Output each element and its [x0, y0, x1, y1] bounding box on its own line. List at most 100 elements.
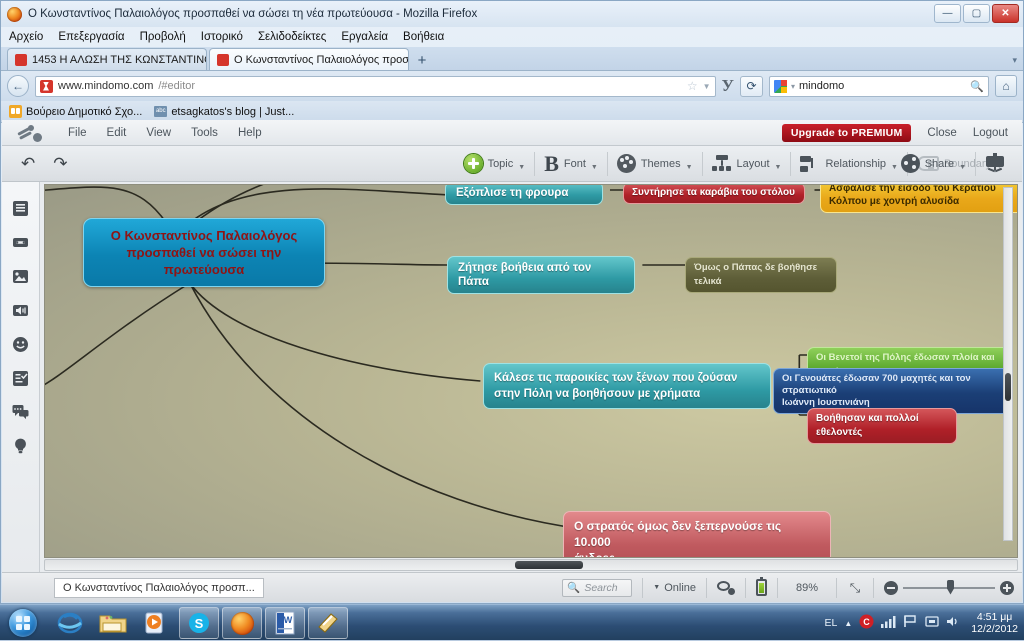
window-controls[interactable]: — ▢ ✕ [934, 4, 1019, 23]
online-chevron-down-icon[interactable]: ▼ [653, 584, 660, 591]
mindmap-node-n2a[interactable]: Όμως ο Πάπας δε βοήθησε τελικά [685, 257, 837, 293]
home-button[interactable]: ⌂ [995, 75, 1017, 97]
url-bar[interactable]: www.mindomo.com /#editor ☆ ▼ [35, 76, 716, 97]
close-map-button[interactable]: Close [927, 127, 956, 139]
search-bar[interactable]: ▾ mindomo 🔍 [769, 76, 989, 97]
mindmap-node-n2[interactable]: Ζήτησε βοήθεια από τον Πάπα [447, 256, 635, 294]
tab-list-chevron-icon[interactable]: ▾ [1012, 55, 1017, 66]
firefox-icon[interactable] [222, 607, 262, 639]
mindmap-node-n3[interactable]: Κάλεσε τις παροικίες των ξένων που ζούσα… [483, 363, 771, 409]
smiley-icon[interactable] [11, 334, 31, 354]
themes-button[interactable]: Themes ▼ [608, 147, 702, 181]
menu-item-file[interactable]: Αρχείο [9, 31, 43, 43]
document-name[interactable]: Ο Κωνσταντίνος Παλαιολόγος προσπ... [54, 578, 264, 598]
chat-icon[interactable] [717, 580, 735, 595]
show-hidden-icons-chevron-icon[interactable]: ▲ [844, 619, 852, 628]
bookmark-star-icon[interactable]: ☆ [687, 79, 698, 93]
winamp-icon[interactable] [308, 607, 348, 639]
link-icon[interactable] [11, 232, 31, 252]
audio-icon[interactable] [11, 300, 31, 320]
app-menu-help[interactable]: Help [238, 127, 262, 139]
mindmap-canvas[interactable]: Ο Κωνσταντίνος Παλαιολόγος προσπαθεί να … [44, 184, 1018, 558]
idea-bulb-icon[interactable] [11, 436, 31, 456]
new-tab-button[interactable]: + [411, 50, 433, 70]
browser-tab-2[interactable]: Ο Κωνσταντίνος Παλαιολόγος προσ... ✕ [209, 48, 409, 70]
font-button[interactable]: B Font ▼ [535, 147, 607, 181]
relationship-button[interactable]: Relationship ▼ [791, 147, 906, 181]
flag-icon[interactable] [903, 615, 918, 631]
zoom-in-button[interactable] [1000, 581, 1014, 595]
zoom-slider-knob[interactable] [947, 580, 954, 595]
vertical-scroll-thumb[interactable] [1005, 373, 1011, 401]
start-button[interactable] [0, 606, 46, 640]
minimize-button[interactable]: — [934, 4, 961, 23]
menu-item-view[interactable]: Προβολή [140, 31, 186, 43]
signal-icon[interactable] [881, 615, 896, 631]
presentation-button[interactable] [976, 147, 1014, 181]
canvas-vertical-scrollbar[interactable] [1003, 187, 1013, 541]
logout-button[interactable]: Logout [973, 127, 1008, 139]
bookmark-item-2[interactable]: abc etsagkatos's blog | Just... [154, 106, 294, 118]
search-engine-chevron-icon[interactable]: ▾ [791, 82, 795, 91]
menu-item-history[interactable]: Ιστορικό [201, 31, 243, 43]
language-indicator[interactable]: EL [825, 617, 838, 629]
notes-icon[interactable] [11, 198, 31, 218]
map-search-input[interactable]: 🔍 Search [562, 579, 632, 597]
zoom-slider[interactable] [903, 587, 995, 589]
clock[interactable]: 4:51 μμ 12/2/2012 [967, 611, 1018, 635]
upgrade-to-premium-button[interactable]: Upgrade to PREMIUM [782, 124, 912, 142]
share-button[interactable]: Share ▼ [892, 147, 975, 181]
zoom-out-button[interactable] [884, 581, 898, 595]
url-dropdown-chevron-icon[interactable]: ▼ [703, 82, 711, 91]
layout-chevron-down-icon[interactable]: ▼ [775, 164, 782, 171]
search-input[interactable]: mindomo [799, 80, 844, 92]
volume-icon[interactable] [946, 615, 960, 631]
canvas-horizontal-scrollbar[interactable] [44, 559, 1018, 571]
themes-chevron-down-icon[interactable]: ▼ [686, 164, 693, 171]
undo-button[interactable]: ↶ [12, 147, 44, 181]
share-chevron-down-icon[interactable]: ▼ [959, 164, 966, 171]
media-player-icon[interactable] [136, 607, 176, 639]
maximize-button[interactable]: ▢ [963, 4, 990, 23]
file-explorer-icon[interactable] [93, 607, 133, 639]
close-button[interactable]: ✕ [992, 4, 1019, 23]
mindmap-node-n1b[interactable]: Ασφάλισε την είσοδο του Κεράτιου Κόλπου … [820, 184, 1018, 213]
comment-icon[interactable] [11, 402, 31, 422]
topic-chevron-down-icon[interactable]: ▼ [518, 164, 525, 171]
word-icon[interactable]: W [265, 607, 305, 639]
google-search-engine-icon[interactable] [774, 80, 787, 93]
bookmark-item-1[interactable]: Βούρειο Δημοτικό Σχο... [9, 105, 142, 118]
mindmap-node-n3c[interactable]: Βοήθησαν και πολλοί εθελοντές [807, 408, 957, 444]
back-button[interactable]: ← [7, 75, 29, 97]
mindmap-central-node[interactable]: Ο Κωνσταντίνος Παλαιολόγος προσπαθεί να … [83, 218, 325, 287]
layout-button[interactable]: Layout ▼ [703, 147, 791, 181]
comodo-icon[interactable]: C [859, 614, 874, 632]
reload-button[interactable]: ⟳ [740, 76, 763, 97]
browser-tab-1[interactable]: 1453 Η ΑΛΩΣΗ ΤΗΣ ΚΩΝΣΤΑΝΤΙΝΟΥ... ✕ [7, 48, 207, 70]
internet-explorer-icon[interactable] [50, 607, 90, 639]
app-menu-edit[interactable]: Edit [107, 127, 127, 139]
font-chevron-down-icon[interactable]: ▼ [591, 164, 598, 171]
app-menu-view[interactable]: View [146, 127, 171, 139]
menu-item-help[interactable]: Βοήθεια [403, 31, 444, 43]
fit-to-screen-icon[interactable]: ⤡ [847, 580, 863, 596]
search-submit-icon[interactable]: 🔍 [970, 80, 984, 93]
horizontal-scroll-thumb[interactable] [515, 561, 583, 569]
page-favicon [40, 80, 53, 93]
image-icon[interactable] [11, 266, 31, 286]
app-menu-file[interactable]: File [68, 127, 87, 139]
app-menu-tools[interactable]: Tools [191, 127, 218, 139]
network-icon[interactable] [925, 615, 939, 631]
menu-item-bookmarks[interactable]: Σελιδοδείκτες [258, 31, 326, 43]
yahoo-icon[interactable]: У [722, 76, 734, 96]
mindmap-node-n4[interactable]: Ο στρατός όμως δεν ξεπερνούσε τις 10.000… [563, 511, 831, 558]
mindmap-node-n1[interactable]: Εξόπλισε τη φρουρα [445, 184, 603, 205]
redo-button[interactable]: ↷ [44, 147, 76, 181]
task-icon[interactable] [11, 368, 31, 388]
skype-icon[interactable]: S [179, 607, 219, 639]
topic-button[interactable]: Topic ▼ [455, 147, 535, 181]
mindmap-node-n1a[interactable]: Συντήρησε τα καράβια του στόλου [623, 184, 805, 204]
menu-item-edit[interactable]: Επεξεργασία [58, 31, 124, 43]
online-status-select[interactable]: ▼ Online [653, 582, 696, 594]
menu-item-tools[interactable]: Εργαλεία [341, 31, 388, 43]
